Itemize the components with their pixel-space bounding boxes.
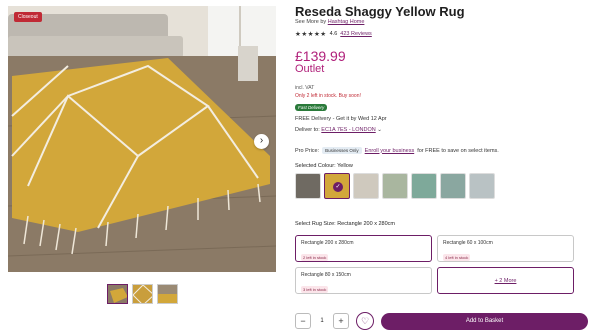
pro-price-row: Pro Price: Businesses Only Enroll your b… [295, 147, 499, 154]
deliver-to-label: Deliver to: [295, 127, 320, 133]
thumbnail-3[interactable] [157, 284, 178, 304]
enroll-business-link[interactable]: Enroll your business [365, 148, 415, 154]
deliver-to: Deliver to: EC1A 7ES - LONDON ⌄ [295, 127, 382, 133]
add-to-basket-button[interactable]: Add to Basket [381, 312, 588, 330]
selected-colour-label: Selected Colour: [295, 163, 336, 169]
size-option-name: Rectangle 80 x 150cm [301, 272, 351, 278]
thumbnail-2-image [133, 285, 152, 303]
next-image-arrow-icon[interactable]: › [254, 134, 269, 149]
size-option-name: Rectangle 200 x 280cm [301, 240, 354, 246]
closeout-badge: Closeout [14, 12, 42, 22]
rating-row: ★★★★★ 4.6 423 Reviews [295, 30, 372, 38]
thumbnail-strip [107, 284, 178, 304]
rug-size-label: Select Rug Size: [295, 221, 336, 227]
more-sizes-label: + 2 More [494, 277, 517, 284]
checkmark-icon: ✓ [333, 182, 343, 192]
colour-swatch-7[interactable] [469, 173, 495, 199]
quantity-increase-button[interactable]: + [333, 313, 349, 329]
colour-swatch-6[interactable] [440, 173, 466, 199]
size-options: Rectangle 200 x 280cm 2 left in stock Re… [295, 235, 574, 294]
size-option-stock: 2 left in stock [301, 254, 329, 261]
thumbnail-3-image [158, 285, 177, 303]
colour-swatches: ✓ [295, 173, 495, 199]
delivery-estimate: FREE Delivery - Get it by Wed 12 Apr [295, 116, 387, 122]
brand-prefix: See More by [295, 19, 328, 25]
size-option[interactable]: Rectangle 80 x 150cm 3 left in stock [295, 267, 432, 294]
quantity-input[interactable]: 1 [314, 313, 330, 329]
enroll-suffix: for FREE to save on select items. [417, 147, 499, 154]
more-sizes-button[interactable]: + 2 More [437, 267, 574, 294]
brand-link[interactable]: Hashtag Home [328, 19, 365, 25]
selected-colour-value: Yellow [337, 163, 353, 169]
colour-swatch-1[interactable] [295, 173, 321, 199]
product-main-image[interactable]: Closeout › [8, 6, 276, 272]
deliver-to-location[interactable]: EC1A 7ES - LONDON [321, 127, 375, 133]
selected-colour: Selected Colour: Yellow [295, 163, 353, 169]
reviews-link[interactable]: 423 Reviews [340, 31, 372, 37]
quantity-decrease-button[interactable]: − [295, 313, 311, 329]
pro-price-label: Pro Price: [295, 147, 320, 154]
thumbnail-1-image [108, 285, 127, 303]
star-rating-icon: ★★★★★ [295, 31, 327, 38]
rug-photo [8, 6, 276, 272]
brand-line: See More by Hashtag Home [295, 19, 364, 25]
size-option-stock: 3 left in stock [301, 286, 329, 293]
wishlist-heart-icon[interactable]: ♡ [356, 312, 374, 330]
rug-size: Select Rug Size: Rectangle 200 x 280cm [295, 221, 395, 227]
product-title: Reseda Shaggy Yellow Rug [295, 4, 465, 19]
chevron-down-icon[interactable]: ⌄ [377, 127, 382, 133]
colour-swatch-yellow[interactable]: ✓ [324, 173, 350, 199]
rug-size-value: Rectangle 200 x 280cm [337, 221, 395, 227]
stock-warning: Only 2 left in stock. Buy soon! [295, 93, 361, 99]
size-option-name: Rectangle 60 x 100cm [443, 240, 493, 246]
size-option[interactable]: Rectangle 200 x 280cm 2 left in stock [295, 235, 432, 262]
thumbnail-1[interactable] [107, 284, 128, 304]
size-option[interactable]: Rectangle 60 x 100cm 4 left in stock [437, 235, 574, 262]
size-option-stock: 4 left in stock [443, 254, 471, 261]
colour-swatch-3[interactable] [353, 173, 379, 199]
colour-swatch-5[interactable] [411, 173, 437, 199]
price: £139.99 [295, 48, 346, 64]
thumbnail-2[interactable] [132, 284, 153, 304]
fast-delivery-badge: Fast Delivery [295, 104, 328, 111]
colour-swatch-4[interactable] [382, 173, 408, 199]
rating-value: 4.6 [329, 31, 338, 37]
businesses-only-tag: Businesses Only [322, 147, 362, 154]
vat-note: incl. VAT [295, 85, 315, 91]
buy-row: − 1 + ♡ Add to Basket [295, 312, 588, 330]
outlet-label: Outlet [295, 63, 325, 75]
